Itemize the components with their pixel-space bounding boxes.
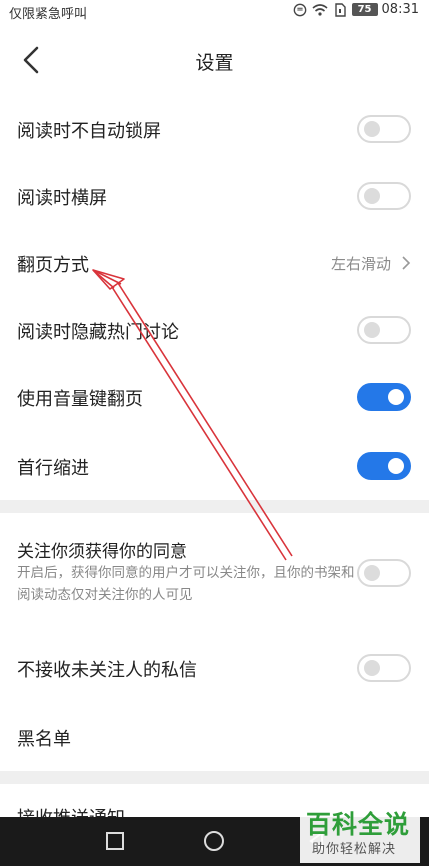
toggle-knob: [364, 565, 380, 581]
setting-row-auto-lock[interactable]: 阅读时不自动锁屏: [0, 96, 429, 162]
status-icons: 75 08:31: [292, 2, 419, 17]
volume-key-toggle[interactable]: [357, 383, 411, 411]
setting-row-indent[interactable]: 首行缩进: [0, 430, 429, 500]
setting-label: 阅读时隐藏热门讨论: [17, 322, 179, 343]
hide-discussion-toggle[interactable]: [357, 316, 411, 344]
setting-label: 阅读时横屏: [17, 188, 107, 209]
setting-label: 翻页方式: [17, 255, 89, 276]
header: 设置: [0, 24, 429, 96]
setting-label: 黑名单: [17, 729, 71, 750]
setting-row-follow-consent[interactable]: 关注你须获得你的同意 开启后，获得你同意的用户才可以关注你，且你的书架和阅读动态…: [0, 513, 429, 621]
setting-row-hide-discussion[interactable]: 阅读时隐藏热门讨论: [0, 296, 429, 362]
setting-label: 首行缩进: [17, 458, 89, 479]
battery-icon: 75: [351, 3, 378, 16]
section-divider: [0, 771, 429, 784]
square-icon[interactable]: [103, 829, 127, 853]
setting-label: 关注你须获得你的同意: [17, 542, 187, 562]
toggle-knob: [364, 121, 380, 137]
setting-row-page-turn[interactable]: 翻页方式 左右滑动: [0, 228, 429, 296]
wifi-icon: [312, 3, 328, 16]
watermark-sub: 助你轻松解决: [312, 842, 397, 857]
setting-row-blacklist[interactable]: 黑名单: [0, 705, 429, 771]
setting-row-block-messages[interactable]: 不接收未关注人的私信: [0, 621, 429, 705]
sim-icon: [334, 2, 346, 17]
setting-label: 阅读时不自动锁屏: [17, 121, 161, 142]
auto-lock-toggle[interactable]: [357, 115, 411, 143]
toggle-knob: [388, 389, 404, 405]
setting-label: 使用音量键翻页: [17, 389, 143, 410]
circle-icon[interactable]: [202, 829, 226, 853]
watermark-logo: 百科全说 助你轻松解决: [300, 805, 420, 863]
watermark-main: 百科全说: [306, 810, 411, 839]
landscape-toggle[interactable]: [357, 182, 411, 210]
setting-label: 接收推送通知: [17, 804, 125, 817]
vpn-icon: [293, 3, 306, 16]
toggle-knob: [364, 322, 380, 338]
setting-label: 不接收未关注人的私信: [17, 660, 197, 681]
block-messages-toggle[interactable]: [357, 654, 411, 682]
section-divider: [0, 500, 429, 513]
toggle-knob: [388, 458, 404, 474]
status-bar: 仅限紧急呼叫 75 08:31: [0, 0, 429, 24]
indent-toggle[interactable]: [357, 452, 411, 480]
setting-row-volume-key[interactable]: 使用音量键翻页: [0, 362, 429, 430]
setting-row-landscape[interactable]: 阅读时横屏: [0, 162, 429, 228]
page-turn-value: 左右滑动: [330, 255, 391, 273]
follow-consent-toggle[interactable]: [357, 559, 411, 587]
toggle-knob: [364, 188, 380, 204]
page-title: 设置: [195, 52, 234, 74]
carrier-text: 仅限紧急呼叫: [9, 7, 88, 22]
setting-description: 开启后，获得你同意的用户才可以关注你，且你的书架和阅读动态仅对关注你的人可见: [17, 565, 355, 603]
time-text: 08:31: [381, 2, 419, 17]
chevron-right-icon: [402, 256, 411, 270]
toggle-knob: [364, 660, 380, 676]
